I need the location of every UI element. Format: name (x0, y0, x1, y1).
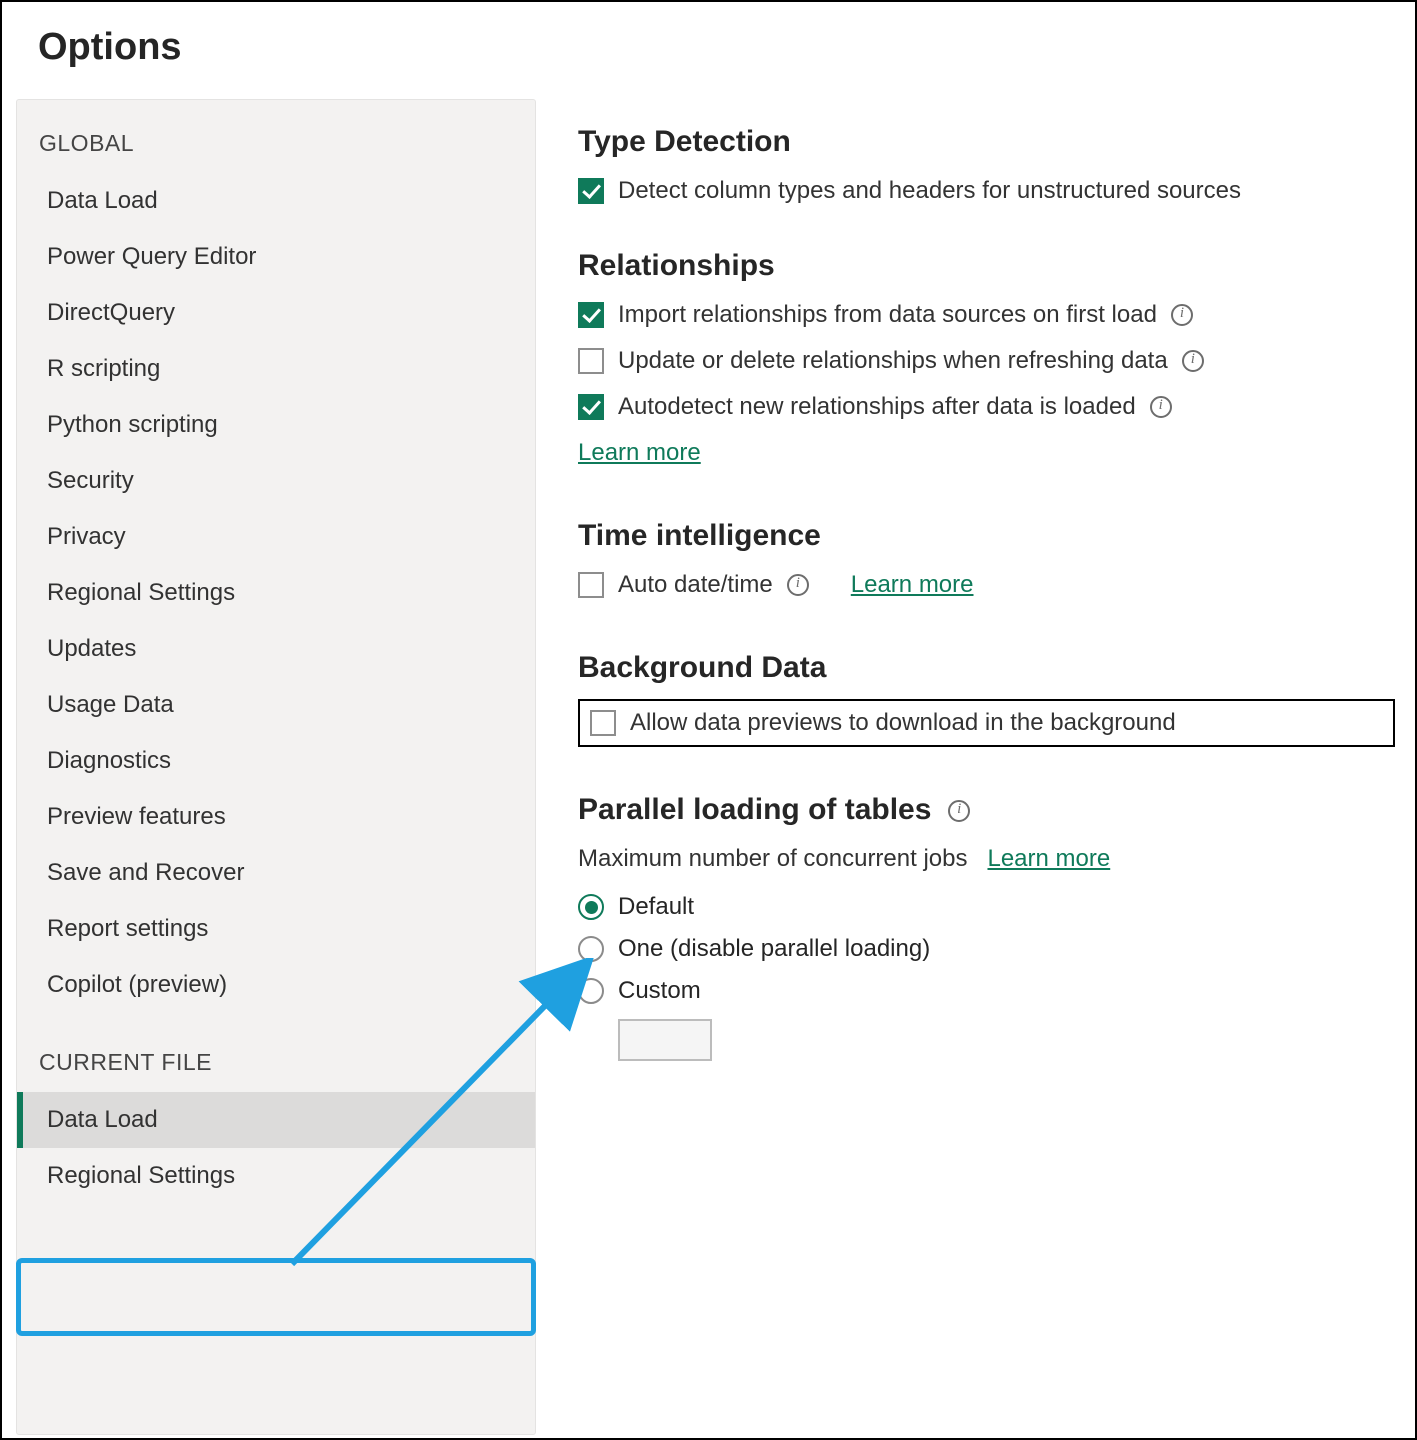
sidebar-item-global-data-load[interactable]: Data Load (17, 173, 535, 229)
radio-parallel-one[interactable] (578, 936, 604, 962)
section-title-background-data: Background Data (578, 651, 1395, 685)
sidebar-item-regional-settings-global[interactable]: Regional Settings (17, 565, 535, 621)
checkbox-row-import-relationships[interactable]: Import relationships from data sources o… (578, 301, 1395, 329)
learn-more-link-time-intelligence[interactable]: Learn more (851, 571, 974, 599)
sidebar-item-regional-settings-current[interactable]: Regional Settings (17, 1148, 535, 1204)
radio-label: One (disable parallel loading) (618, 935, 930, 963)
checkbox-label: Auto date/time (618, 571, 773, 599)
checkbox-row-detect-column-types[interactable]: Detect column types and headers for unst… (578, 177, 1395, 205)
radio-parallel-default[interactable] (578, 894, 604, 920)
section-title-type-detection: Type Detection (578, 125, 1395, 159)
sidebar-item-current-file-data-load[interactable]: Data Load (17, 1092, 535, 1148)
checkbox-label: Import relationships from data sources o… (618, 301, 1157, 329)
section-title-parallel-loading: Parallel loading of tables (578, 793, 1395, 827)
section-title-time-intelligence: Time intelligence (578, 519, 1395, 553)
sidebar-item-save-and-recover[interactable]: Save and Recover (17, 845, 535, 901)
parallel-max-jobs-label-row: Maximum number of concurrent jobs Learn … (578, 845, 1395, 873)
radio-row-custom[interactable]: Custom (578, 977, 1395, 1005)
parallel-max-jobs-label: Maximum number of concurrent jobs (578, 845, 967, 873)
checkbox-allow-background-previews[interactable] (590, 710, 616, 736)
checkbox-detect-column-types[interactable] (578, 178, 604, 204)
radio-row-default[interactable]: Default (578, 893, 1395, 921)
learn-more-link-relationships[interactable]: Learn more (578, 439, 701, 466)
sidebar-item-r-scripting[interactable]: R scripting (17, 341, 535, 397)
checkbox-autodetect-relationships[interactable] (578, 394, 604, 420)
parallel-custom-input[interactable] (618, 1019, 712, 1061)
sidebar-item-report-settings[interactable]: Report settings (17, 901, 535, 957)
info-icon[interactable] (787, 574, 809, 596)
checkbox-row-update-delete-relationships[interactable]: Update or delete relationships when refr… (578, 347, 1395, 375)
radio-label: Default (618, 893, 694, 921)
sidebar-item-directquery[interactable]: DirectQuery (17, 285, 535, 341)
checkbox-auto-date-time[interactable] (578, 572, 604, 598)
radio-label: Custom (618, 977, 701, 1005)
checkbox-row-auto-date-time[interactable]: Auto date/time Learn more (578, 571, 1395, 599)
sidebar-section-current-file: CURRENT FILE (17, 1039, 535, 1092)
checkbox-label: Detect column types and headers for unst… (618, 177, 1241, 205)
sidebar-item-usage-data[interactable]: Usage Data (17, 677, 535, 733)
checkbox-update-delete-relationships[interactable] (578, 348, 604, 374)
section-title-relationships: Relationships (578, 249, 1395, 283)
section-title-text: Parallel loading of tables (578, 793, 931, 826)
checkbox-row-autodetect-relationships[interactable]: Autodetect new relationships after data … (578, 393, 1395, 421)
info-icon[interactable] (1182, 350, 1204, 372)
dialog-title: Options (38, 26, 1415, 69)
sidebar-section-global: GLOBAL (17, 120, 535, 173)
sidebar-item-copilot-preview[interactable]: Copilot (preview) (17, 957, 535, 1013)
sidebar-item-preview-features[interactable]: Preview features (17, 789, 535, 845)
radio-row-one[interactable]: One (disable parallel loading) (578, 935, 1395, 963)
checkbox-label: Allow data previews to download in the b… (630, 709, 1176, 737)
options-content: Type Detection Detect column types and h… (536, 99, 1415, 1435)
sidebar-item-diagnostics[interactable]: Diagnostics (17, 733, 535, 789)
options-sidebar: GLOBAL Data Load Power Query Editor Dire… (16, 99, 536, 1435)
info-icon[interactable] (948, 800, 970, 822)
sidebar-item-python-scripting[interactable]: Python scripting (17, 397, 535, 453)
radio-parallel-custom[interactable] (578, 978, 604, 1004)
learn-more-link-parallel[interactable]: Learn more (987, 845, 1110, 873)
checkbox-label: Update or delete relationships when refr… (618, 347, 1168, 375)
checkbox-label: Autodetect new relationships after data … (618, 393, 1136, 421)
sidebar-item-power-query-editor[interactable]: Power Query Editor (17, 229, 535, 285)
sidebar-item-updates[interactable]: Updates (17, 621, 535, 677)
sidebar-item-security[interactable]: Security (17, 453, 535, 509)
checkbox-import-relationships[interactable] (578, 302, 604, 328)
checkbox-row-allow-background-previews[interactable]: Allow data previews to download in the b… (578, 699, 1395, 747)
sidebar-item-privacy[interactable]: Privacy (17, 509, 535, 565)
info-icon[interactable] (1150, 396, 1172, 418)
info-icon[interactable] (1171, 304, 1193, 326)
